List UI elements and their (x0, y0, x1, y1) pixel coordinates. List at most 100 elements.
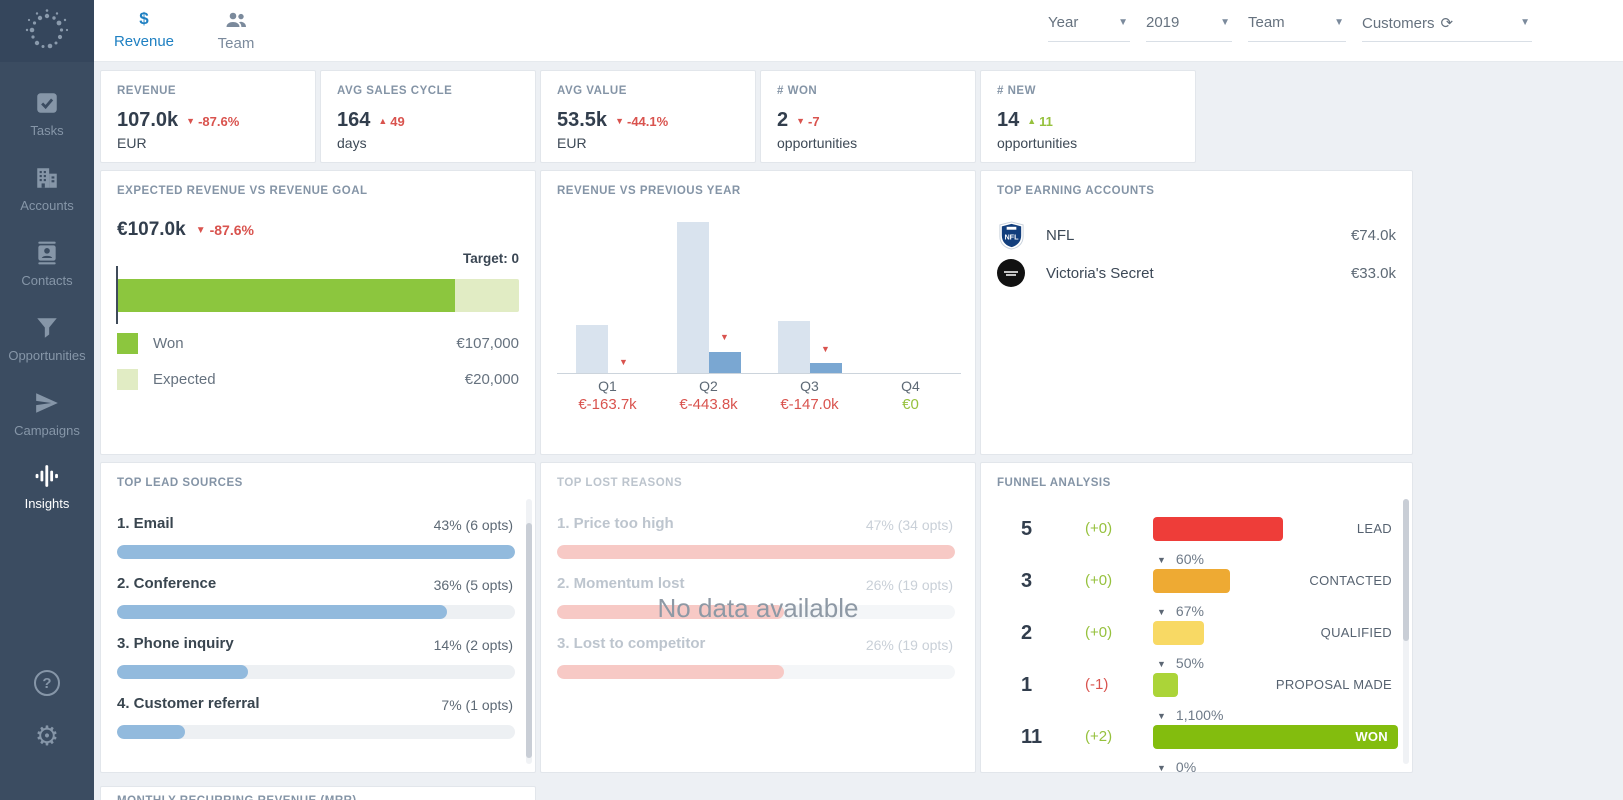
lead-source-bar (117, 725, 515, 739)
trend-down-icon: ▼ (186, 116, 195, 126)
panel-monthly-recurring-revenue: MONTHLY RECURRING REVENUE (MRR) (100, 786, 536, 800)
x-axis (557, 373, 961, 374)
won-segment (117, 279, 455, 312)
lead-source-bar (117, 605, 515, 619)
filter-pipeline[interactable]: Customers⟳ ▼ (1362, 8, 1532, 42)
sidebar-item-accounts[interactable]: Accounts (0, 165, 94, 213)
tab-team[interactable]: Team (204, 0, 268, 62)
stage-label: PROPOSAL MADE (1276, 673, 1392, 697)
stage-count: 1 (1021, 673, 1061, 697)
panel-top-earning-accounts: TOP EARNING ACCOUNTS NFL NFL €74.0k Vict… (980, 170, 1413, 455)
topbar: $ Revenue Team Year ▼ 2019 ▼ Team ▼ Cust… (94, 0, 1623, 62)
filter-year[interactable]: 2019 ▼ (1146, 8, 1232, 42)
sidebar-item-insights[interactable]: Insights (0, 463, 94, 511)
trend-down-icon: ▼ (615, 116, 624, 126)
expected-revenue-value: €107.0k▼-87.6% (117, 219, 254, 241)
tab-revenue[interactable]: $ Revenue (112, 0, 176, 62)
target-label: Target: 0 (463, 251, 519, 266)
stage-label: QUALIFIED (1321, 621, 1392, 645)
stage-count: 5 (1021, 517, 1061, 541)
panel-top-lost-reasons: TOP LOST REASONS 1. Price too high 47% (… (540, 462, 976, 773)
stage-delta: (-1) (1085, 673, 1108, 697)
funnel-icon (0, 315, 94, 343)
scrollbar-thumb[interactable] (1403, 499, 1409, 641)
scrollbar (1403, 499, 1409, 764)
decrease-marker-icon: ▼ (614, 357, 634, 367)
lost-reason-stat: 47% (34 opts) (866, 517, 953, 533)
won-swatch (117, 333, 138, 354)
sidebar-item-opportunities[interactable]: Opportunities (0, 315, 94, 363)
panel-title: TOP LEAD SOURCES (117, 477, 243, 489)
lead-source-bar (117, 545, 515, 559)
lost-reason-label: 3. Lost to competitor (557, 635, 705, 652)
trend-up-icon: ▲ (1027, 116, 1036, 126)
funnel-bar-proposal-made (1153, 673, 1178, 697)
chevron-down-icon: ▼ (1520, 17, 1530, 28)
scrollbar-thumb[interactable] (526, 523, 532, 758)
sidebar-item-label: Contacts (0, 273, 94, 288)
expected-swatch (117, 369, 138, 390)
q1-column: ▼ (557, 221, 658, 373)
lead-source-label: 1. Email (117, 515, 174, 532)
stage-label: LEAD (1357, 517, 1392, 541)
kpi-card-new: # NEW 14▲11 opportunities (980, 70, 1196, 163)
no-data-message: No data available (541, 593, 975, 624)
stage-delta: (+0) (1085, 621, 1112, 645)
kpi-value: 164▲49 (337, 109, 405, 132)
funnel-bar-won: WON (1153, 725, 1398, 749)
help-icon: ? (34, 670, 60, 696)
funnel-bar-contacted (1153, 569, 1230, 593)
scrollbar (526, 499, 532, 764)
kpi-title: # NEW (997, 85, 1036, 97)
q1-prev-year-bar (576, 325, 608, 373)
conversion-rate: ▼50% (1157, 655, 1204, 673)
tasks-icon (0, 90, 94, 118)
sidebar-item-tasks[interactable]: Tasks (0, 90, 94, 138)
stage-delta: (+0) (1085, 517, 1112, 541)
trend-down-icon: ▼ (196, 225, 206, 236)
dollar-icon: $ (112, 9, 176, 31)
conversion-rate: ▼0% (1157, 759, 1196, 773)
kpi-unit: EUR (557, 135, 587, 151)
panel-revenue-vs-previous-year: REVENUE VS PREVIOUS YEAR ▼ ▼ ▼ (540, 170, 976, 455)
kpi-value: 2▼-7 (777, 109, 820, 132)
sidebar-item-label: Insights (0, 496, 94, 511)
panel-title: TOP LOST REASONS (557, 477, 682, 489)
refresh-icon: ⟳ (1441, 15, 1454, 32)
trend-up-icon: ▲ (378, 116, 387, 126)
kpi-title: REVENUE (117, 85, 176, 97)
chevron-down-icon: ▼ (1157, 659, 1166, 669)
expected-segment (455, 279, 519, 312)
chevron-down-icon: ▼ (1220, 17, 1230, 28)
lead-source-bar (117, 665, 515, 679)
legend-row-expected: Expected €20,000 (117, 369, 519, 391)
revenue-goal-bar (117, 279, 519, 312)
q3-column: ▼ (759, 221, 860, 373)
q2-current-year-bar (709, 352, 741, 373)
stage-label: WON (1355, 725, 1388, 749)
lost-reason-label: 2. Momentum lost (557, 575, 685, 592)
sidebar-item-label: Campaigns (0, 423, 94, 438)
kpi-unit: opportunities (777, 135, 857, 151)
sidebar-item-campaigns[interactable]: Campaigns (0, 390, 94, 438)
filter-team[interactable]: Team ▼ (1248, 8, 1346, 42)
account-row[interactable]: NFL NFL €74.0k (997, 221, 1396, 251)
chevron-down-icon: ▼ (1118, 17, 1128, 28)
panel-title: REVENUE VS PREVIOUS YEAR (557, 185, 741, 197)
q2-prev-year-bar (677, 222, 709, 373)
account-row[interactable]: Victoria's Secret €33.0k (997, 259, 1396, 289)
quarter-bars: ▼ ▼ ▼ ▼ (557, 221, 961, 373)
filter-period-type[interactable]: Year ▼ (1048, 8, 1130, 42)
settings-button[interactable]: ⚙ (0, 722, 94, 750)
lost-reason-bar (557, 545, 955, 559)
chevron-down-icon: ▼ (1157, 555, 1166, 565)
help-button[interactable]: ? (0, 670, 94, 696)
q3-current-year-bar (810, 363, 842, 373)
view-tabs: $ Revenue Team (112, 0, 268, 62)
kpi-unit: EUR (117, 135, 147, 151)
kpi-unit: opportunities (997, 135, 1077, 151)
panel-title: MONTHLY RECURRING REVENUE (MRR) (117, 795, 357, 800)
decrease-marker-icon: ▼ (715, 332, 735, 342)
lead-source-label: 3. Phone inquiry (117, 635, 234, 652)
sidebar-item-contacts[interactable]: Contacts (0, 240, 94, 288)
